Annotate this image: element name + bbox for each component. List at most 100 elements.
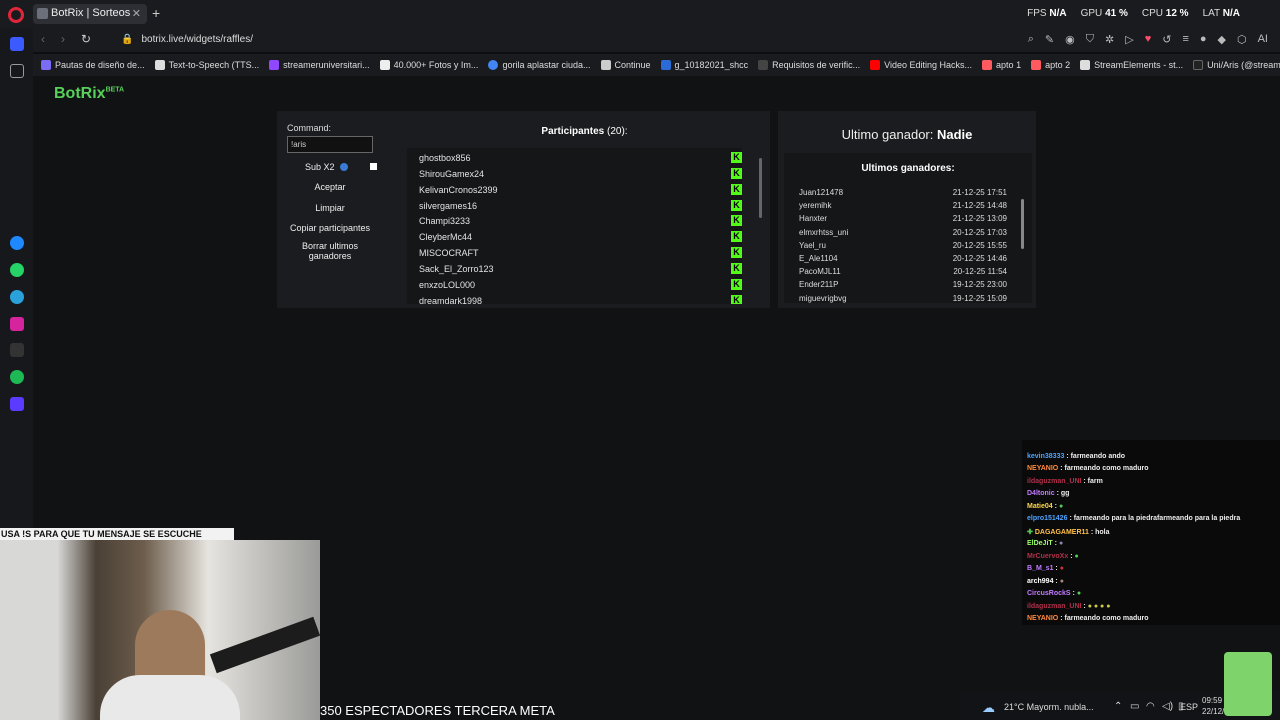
fps-value: N/A (1049, 8, 1067, 19)
profile-icon[interactable]: ● (1200, 33, 1207, 46)
bookmark-item[interactable]: apto 1 (982, 60, 1021, 70)
beta-badge: BETA (105, 86, 125, 94)
bookmark-item[interactable]: StreamElements - st... (1080, 60, 1183, 70)
accept-button[interactable]: Aceptar (287, 182, 373, 192)
bookmark-label: g_10182021_shcc (674, 60, 749, 70)
weather-text[interactable]: 21°C Mayorm. nubla... (1004, 702, 1094, 712)
delete-winners-button[interactable]: Borrar ultimos ganadores (287, 241, 373, 261)
whatsapp-icon[interactable] (10, 263, 24, 277)
x-logo-icon (758, 60, 769, 70)
streamer-shirt (100, 675, 240, 720)
chat-message: arch994 : ● (1027, 578, 1064, 585)
kick-icon: K (731, 200, 742, 211)
scrollbar-thumb[interactable] (759, 158, 762, 218)
back-icon[interactable]: ‹ (41, 32, 45, 46)
browser-tab[interactable]: BotRix | Sorteos ✕ (33, 4, 147, 24)
heart-icon[interactable]: ♥ (1145, 33, 1152, 46)
close-tab-icon[interactable]: ✕ (132, 7, 141, 20)
participants-label: Participantes (541, 126, 605, 137)
edit-icon[interactable]: ✎ (1045, 33, 1054, 46)
bookmark-item[interactable]: Continue (600, 60, 651, 70)
spotify-icon[interactable] (10, 370, 24, 384)
url-input[interactable]: 🔒 botrix.live/widgets/raffles/ (113, 31, 993, 49)
language-indicator[interactable]: ESP (1180, 702, 1198, 712)
botrix-logo[interactable]: BotRixBETA (54, 85, 124, 103)
bookmark-item[interactable]: gorila aplastar ciuda... (488, 60, 591, 70)
chat-user: D4ltonic (1027, 490, 1055, 497)
chat-user: DAGAGAMER11 (1034, 529, 1089, 536)
winners-scrollbar[interactable] (1021, 189, 1025, 299)
emote-icon: ● (1058, 503, 1064, 510)
scrollbar-thumb[interactable] (1021, 199, 1024, 249)
wallet-icon[interactable]: ◆ (1218, 33, 1226, 46)
streamelements-icon (1080, 60, 1091, 70)
menu-icon[interactable]: ≡ (1182, 33, 1188, 46)
bookmark-item[interactable]: Uni/Aris (@streame... (1193, 60, 1280, 70)
winners-list[interactable]: Ultimos ganadores: Juan121478 21-12-25 17… (784, 153, 1032, 303)
bookmark-label: Requisitos de verific... (772, 60, 861, 70)
bookmark-item[interactable]: Requisitos de verific... (758, 60, 860, 70)
tray-chevron-icon[interactable]: ⌃ (1114, 701, 1122, 712)
bookmark-label: StreamElements - st... (1094, 60, 1184, 70)
cube-icon[interactable]: ⬡ (1237, 33, 1247, 46)
shield-icon[interactable]: ⛉ (1086, 33, 1094, 46)
forward-icon[interactable]: › (61, 32, 65, 46)
home-icon[interactable] (10, 37, 24, 51)
chat-message: ✚ DAGAGAMER11 : hola (1027, 528, 1110, 536)
sub-x2-checkbox[interactable] (370, 163, 377, 170)
network-icon[interactable]: ▭ (1130, 701, 1139, 712)
x-logo-icon[interactable] (10, 343, 24, 357)
camera-icon[interactable]: ◉ (1065, 33, 1075, 46)
last-winner-heading: Ultimo ganador: Nadie (778, 127, 1036, 142)
search-icon[interactable]: ⌕ (1028, 33, 1034, 46)
clock-time[interactable]: 09:59 (1202, 696, 1222, 705)
kick-icon: K (731, 263, 742, 274)
volume-icon[interactable]: ◁) (1162, 701, 1173, 712)
messenger-icon[interactable] (10, 236, 24, 250)
bookmark-item[interactable]: Video Editing Hacks... (870, 60, 972, 70)
bookmark-item[interactable]: streameruniversitari... (269, 60, 370, 70)
ai-icon[interactable]: AI (1258, 33, 1268, 46)
kick-icon: K (731, 168, 742, 179)
bookmark-label: Text-to-Speech (TTS... (168, 60, 260, 70)
webcam-banner: USA !S PARA QUE TU MENSAJE SE ESCUCHE (0, 528, 234, 540)
chat-text: : farm (1083, 478, 1103, 485)
command-input[interactable] (287, 136, 373, 153)
reload-icon[interactable]: ↻ (81, 32, 91, 46)
bookmark-item[interactable]: Text-to-Speech (TTS... (154, 60, 260, 70)
instagram-icon[interactable] (10, 317, 24, 331)
chat-text: : (1055, 565, 1058, 572)
info-icon[interactable] (340, 163, 348, 171)
bookmark-item[interactable]: g_10182021_shcc (660, 60, 749, 70)
bookmark-item[interactable]: Pautas de diseño de... (41, 60, 145, 70)
chat-user: ildaguzman_UNI (1027, 478, 1082, 485)
telegram-icon[interactable] (10, 290, 24, 304)
webcam-feed (0, 540, 320, 720)
participants-list[interactable]: ghostbox856 K ShirouGamex24 K KelivanCrono… (407, 148, 742, 304)
stream-ticker: 350 ESPECTADORES TERCERA META (320, 703, 555, 718)
extension-icon[interactable]: ✲ (1105, 33, 1114, 46)
clear-button[interactable]: Limpiar (287, 203, 373, 213)
history-icon[interactable]: ↺ (1162, 33, 1171, 46)
bookmark-item[interactable]: apto 2 (1031, 60, 1070, 70)
play-icon[interactable]: ▷ (1125, 33, 1133, 46)
kick-icon: K (731, 231, 742, 242)
chat-user: B_M_s1 (1027, 565, 1054, 572)
participant-item: Champi3233 (419, 216, 471, 226)
youtube-icon (870, 60, 881, 70)
chat-text: : farmeando como maduro (1060, 465, 1149, 472)
browser-toolbar: ⌕ ✎ ◉ ⛉ ✲ ▷ ♥ ↺ ≡ ● ◆ ⬡ AI (1028, 33, 1268, 46)
participants-scrollbar[interactable] (759, 148, 763, 304)
bookmark-item[interactable]: 40.000+ Fotos y Im... (379, 60, 478, 70)
chat-user: CircusRockS (1027, 590, 1071, 597)
new-tab-button[interactable]: + (152, 5, 160, 21)
star-icon[interactable] (10, 64, 24, 78)
nav-buttons: ‹ › ↻ (41, 32, 91, 46)
bookmark-label: Pautas de diseño de... (55, 60, 145, 70)
player-icon[interactable] (10, 397, 24, 411)
participants-count: (20): (607, 126, 628, 137)
winner-row: Hanxter 21-12-25 13:09 (799, 214, 1007, 223)
wifi-icon[interactable]: ◠ (1146, 701, 1155, 712)
opera-logo-icon[interactable] (8, 7, 24, 23)
copy-participants-button[interactable]: Copiar participantes (287, 223, 373, 233)
